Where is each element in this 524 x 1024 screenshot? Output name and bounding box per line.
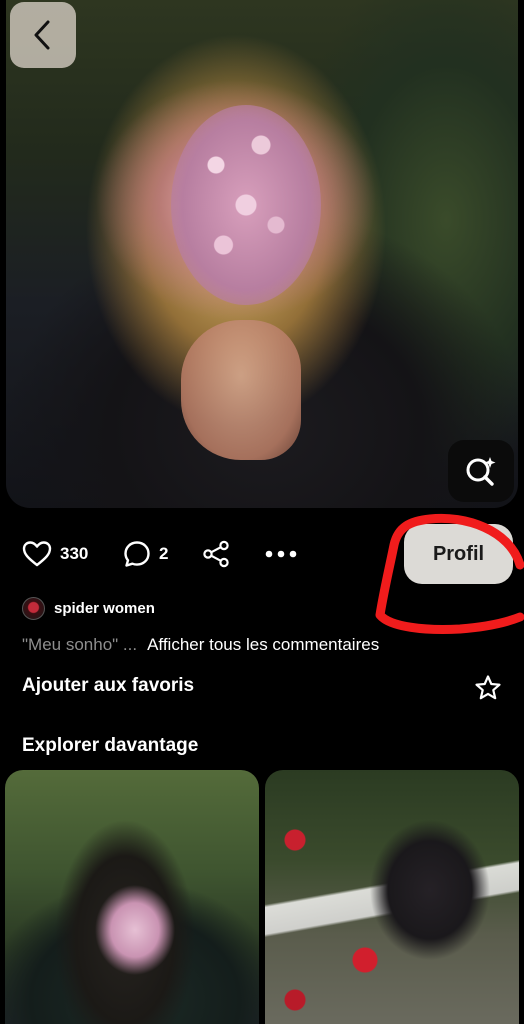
- pin-image[interactable]: [6, 0, 518, 508]
- explore-more-heading: Explorer davantage: [22, 735, 199, 756]
- explore-pin-2[interactable]: [265, 770, 519, 1024]
- more-icon: [265, 550, 297, 558]
- add-to-favorites-label: Ajouter aux favoris: [22, 675, 195, 696]
- comments-count: 2: [159, 544, 169, 563]
- back-button[interactable]: [10, 2, 76, 68]
- show-all-comments-link[interactable]: Afficher tous les commentaires: [147, 635, 379, 654]
- more-options-button[interactable]: [264, 535, 298, 573]
- star-icon[interactable]: [474, 674, 502, 702]
- comment-preview[interactable]: "Meu sonho" ... Afficher tous les comment…: [22, 635, 379, 655]
- likes-count: 330: [60, 544, 89, 563]
- share-button[interactable]: [202, 535, 230, 573]
- heart-icon: [22, 541, 52, 567]
- comment-snippet: "Meu sonho" ...: [22, 635, 138, 654]
- like-button[interactable]: 330: [22, 535, 88, 573]
- visual-search-button[interactable]: [448, 440, 514, 502]
- comment-button[interactable]: 2: [123, 535, 168, 573]
- author-row[interactable]: spider women: [22, 597, 155, 620]
- profile-button[interactable]: Profil: [404, 524, 513, 584]
- visual-search-icon: [466, 457, 496, 486]
- share-icon: [203, 540, 229, 568]
- author-name: spider women: [54, 600, 155, 617]
- hand: [181, 320, 301, 460]
- comment-icon: [124, 541, 150, 567]
- avatar: [22, 597, 45, 620]
- chevron-left-icon: [34, 20, 50, 50]
- explore-pin-1[interactable]: [5, 770, 259, 1024]
- lilac-flowers: [171, 105, 321, 305]
